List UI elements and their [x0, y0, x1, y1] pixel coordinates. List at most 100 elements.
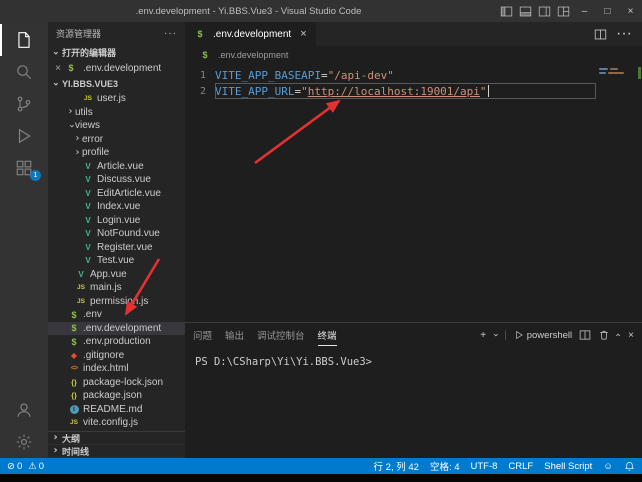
env-file-icon: $: [68, 323, 80, 333]
tree-item-main.js[interactable]: JSmain.js: [48, 281, 185, 295]
tree-item-utils[interactable]: ›utils: [48, 106, 185, 120]
tree-item-profile[interactable]: ›profile: [48, 146, 185, 160]
panel-tab-问题[interactable]: 问题: [193, 324, 212, 346]
line-number: 1: [185, 70, 215, 81]
toggle-sidebar-icon[interactable]: [497, 0, 516, 22]
tree-item-Discuss.vue[interactable]: VDiscuss.vue: [48, 173, 185, 187]
open-editors-header[interactable]: › 打开的编辑器: [48, 44, 185, 61]
tree-item-package-lock.json[interactable]: {}package-lock.json: [48, 376, 185, 390]
vue-file-icon: V: [82, 256, 94, 265]
kill-terminal-icon[interactable]: [598, 329, 610, 341]
tree-item-label: NotFound.vue: [97, 228, 160, 239]
code-token: "/api-dev": [328, 69, 394, 82]
code-token: =: [294, 85, 301, 98]
feedback-smiley-icon[interactable]: ☺: [603, 461, 613, 472]
tree-item-Article.vue[interactable]: VArticle.vue: [48, 160, 185, 174]
tree-item-index.html[interactable]: <>index.html: [48, 362, 185, 376]
vue-file-icon: V: [82, 162, 94, 171]
tree-item-label: Article.vue: [97, 161, 144, 172]
more-actions-icon[interactable]: ···: [164, 28, 177, 39]
minimize-button[interactable]: –: [573, 0, 596, 22]
tree-item-vite.config.js[interactable]: JSvite.config.js: [48, 416, 185, 430]
tree-item-label: package-lock.json: [83, 377, 163, 388]
tree-item-package.json[interactable]: {}package.json: [48, 389, 185, 403]
project-header[interactable]: › YI.BBS.VUE3: [48, 75, 185, 92]
tree-item-permission.js[interactable]: JSpermission.js: [48, 295, 185, 309]
open-editor-item[interactable]: × $ .env.development: [48, 61, 185, 75]
tree-item-NotFound.vue[interactable]: VNotFound.vue: [48, 227, 185, 241]
customize-layout-icon[interactable]: [554, 0, 573, 22]
split-editor-icon[interactable]: [594, 28, 607, 41]
activity-run-debug-icon[interactable]: [0, 120, 48, 152]
notifications-bell-icon[interactable]: [624, 461, 635, 472]
js-file-icon: JS: [68, 419, 80, 426]
timeline-section[interactable]: › 时间线: [48, 445, 185, 458]
open-editor-label: .env.development: [83, 63, 161, 74]
activity-extensions-icon[interactable]: 1: [0, 152, 48, 184]
code-token: ": [480, 85, 487, 98]
toggle-panel-icon[interactable]: [516, 0, 535, 22]
tree-item-views[interactable]: ›views: [48, 119, 185, 133]
bottom-panel: 问题输出调试控制台终端 + › | powershell: [185, 322, 642, 458]
maximize-panel-icon[interactable]: ›: [614, 333, 624, 337]
activity-search-icon[interactable]: [0, 56, 48, 88]
tree-item-label: App.vue: [90, 269, 127, 280]
outline-section[interactable]: › 大纲: [48, 432, 185, 445]
overview-ruler-mark: [638, 67, 641, 79]
status-item[interactable]: CRLF: [508, 461, 533, 472]
activity-source-control-icon[interactable]: [0, 88, 48, 120]
code-editor[interactable]: 1VITE_APP_BASEAPI="/api-dev"2VITE_APP_UR…: [185, 64, 642, 322]
activity-explorer-icon[interactable]: [0, 24, 48, 56]
tree-item-error[interactable]: ›error: [48, 133, 185, 147]
code-token: http://localhost:19001/api: [308, 85, 480, 98]
code-line-1[interactable]: 1VITE_APP_BASEAPI="/api-dev": [185, 67, 642, 83]
extensions-badge: 1: [30, 170, 41, 181]
tree-item-.gitignore[interactable]: ◆.gitignore: [48, 349, 185, 363]
account-icon[interactable]: [0, 394, 48, 426]
split-terminal-icon[interactable]: [579, 329, 591, 341]
status-item[interactable]: Shell Script: [544, 461, 592, 472]
editor-tab-bar: $ .env.development × ···: [185, 22, 642, 46]
explorer-sidebar: 资源管理器 ··· › 打开的编辑器 × $ .env.development …: [48, 22, 185, 458]
tree-item-.env.development[interactable]: $.env.development: [48, 322, 185, 336]
tree-item-.env.production[interactable]: $.env.production: [48, 335, 185, 349]
vue-file-icon: V: [82, 243, 94, 252]
js-file-icon: JS: [75, 284, 87, 291]
minimap[interactable]: [596, 64, 642, 322]
tree-item-label: Register.vue: [97, 242, 153, 253]
tree-item-.env[interactable]: $.env: [48, 308, 185, 322]
terminal-output[interactable]: PS D:\CSharp\Yi\Yi.BBS.Vue3>: [185, 347, 642, 458]
tree-item-README.md[interactable]: iREADME.md: [48, 403, 185, 417]
status-item[interactable]: 空格: 4: [430, 459, 460, 473]
explorer-title: 资源管理器: [56, 27, 101, 40]
close-icon[interactable]: ×: [300, 28, 306, 40]
settings-gear-icon[interactable]: [0, 426, 48, 458]
tree-item-Login.vue[interactable]: VLogin.vue: [48, 214, 185, 228]
tree-item-user.js[interactable]: JSuser.js: [48, 92, 185, 106]
breadcrumb[interactable]: $ .env.development: [185, 46, 642, 64]
code-line-2[interactable]: 2VITE_APP_URL="http://localhost:19001/ap…: [185, 83, 642, 99]
status-item[interactable]: 行 2, 列 42: [374, 459, 419, 473]
tab-env-development[interactable]: $ .env.development ×: [185, 22, 316, 46]
tree-item-Index.vue[interactable]: VIndex.vue: [48, 200, 185, 214]
close-panel-icon[interactable]: ×: [628, 330, 634, 341]
panel-tab-终端[interactable]: 终端: [318, 324, 337, 346]
errors-warnings[interactable]: ⊘ 0 ⚠ 0: [7, 461, 44, 472]
tree-item-App.vue[interactable]: VApp.vue: [48, 268, 185, 282]
chevron-down-icon[interactable]: ›: [490, 333, 500, 337]
close-icon[interactable]: ×: [54, 63, 62, 74]
tree-item-label: index.html: [83, 363, 129, 374]
terminal-profile[interactable]: powershell: [514, 330, 572, 341]
panel-tab-调试控制台[interactable]: 调试控制台: [257, 324, 305, 346]
tree-item-Test.vue[interactable]: VTest.vue: [48, 254, 185, 268]
status-item[interactable]: UTF-8: [471, 461, 498, 472]
tree-item-Register.vue[interactable]: VRegister.vue: [48, 241, 185, 255]
close-button[interactable]: ×: [619, 0, 642, 22]
new-terminal-icon[interactable]: +: [480, 330, 486, 341]
panel-tab-输出[interactable]: 输出: [225, 324, 244, 346]
maximize-button[interactable]: □: [596, 0, 619, 22]
toggle-secondary-sidebar-icon[interactable]: [535, 0, 554, 22]
separator: |: [504, 330, 507, 341]
more-actions-icon[interactable]: ···: [616, 25, 632, 43]
tree-item-EditArticle.vue[interactable]: VEditArticle.vue: [48, 187, 185, 201]
